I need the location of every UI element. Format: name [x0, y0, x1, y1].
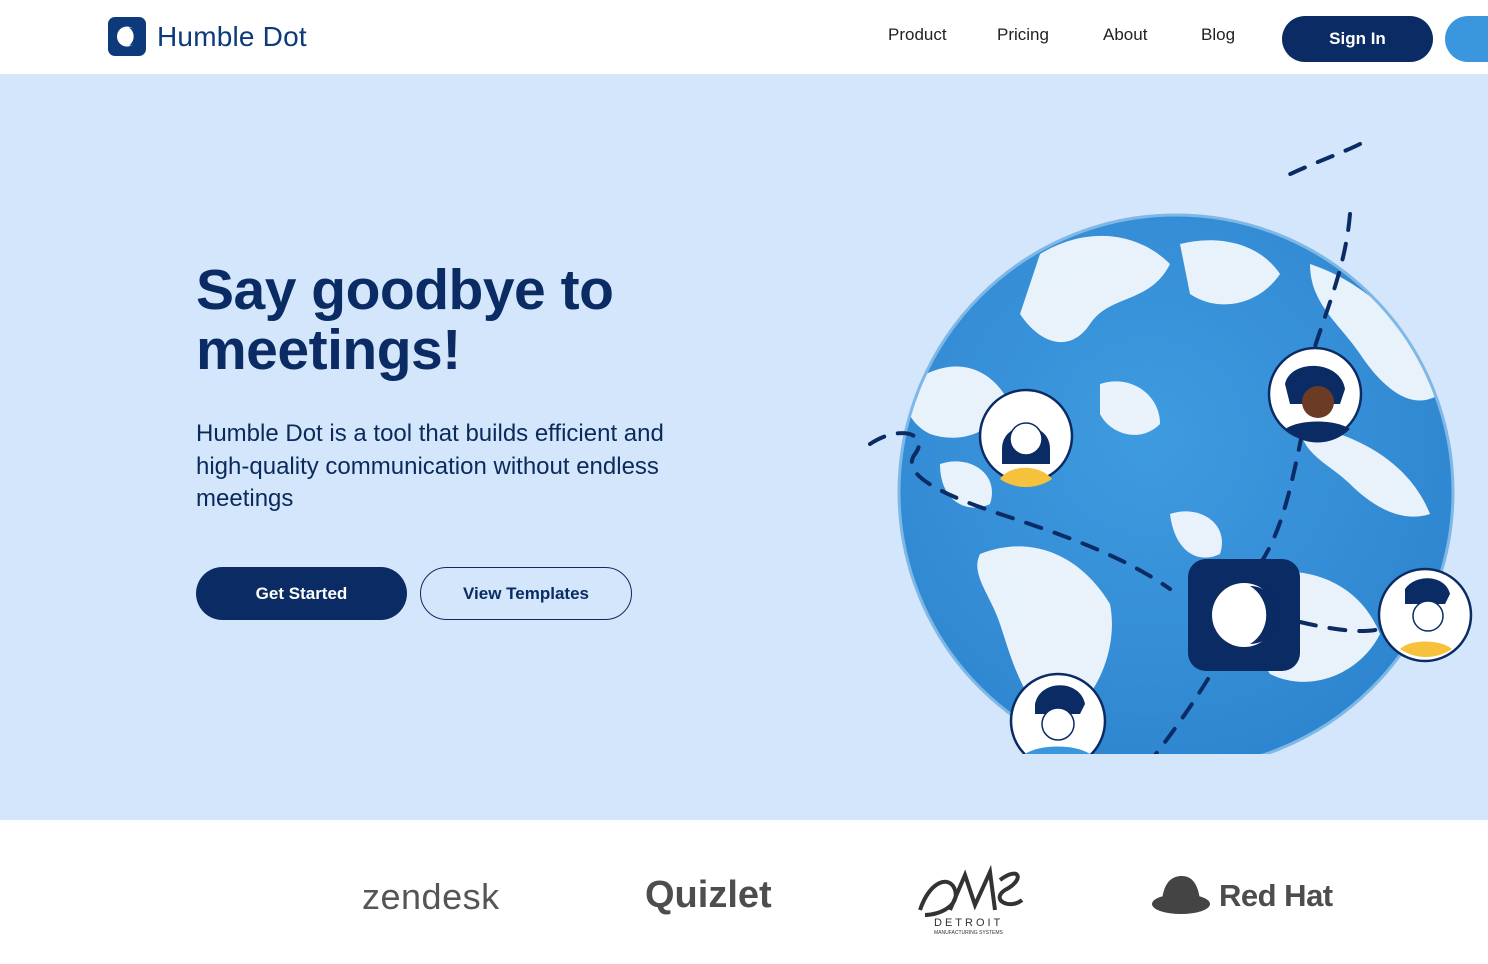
- sign-in-button[interactable]: Sign In: [1282, 16, 1433, 62]
- red-hat-icon: [1152, 876, 1210, 914]
- humble-dot-app-icon: [1188, 559, 1300, 671]
- avatar-dark-woman-icon: [1267, 346, 1363, 443]
- logo-link[interactable]: Humble Dot: [108, 17, 307, 56]
- avatar-man-icon: [1009, 672, 1107, 754]
- quizlet-logo: Quizlet: [645, 874, 772, 916]
- nav-blog[interactable]: Blog: [1201, 25, 1235, 45]
- logo-text: Humble Dot: [157, 20, 307, 52]
- hero-section: Say goodbye to meetings! Humble Dot is a…: [0, 74, 1488, 820]
- nav-product[interactable]: Product: [888, 25, 947, 45]
- view-templates-button[interactable]: View Templates: [420, 567, 632, 620]
- get-started-button[interactable]: Get Started: [196, 567, 407, 620]
- red-hat-logo-text: Red Hat: [1219, 878, 1333, 913]
- site-header: Humble Dot Product Pricing About Blog Si…: [0, 0, 1488, 74]
- customer-logos: zendesk Quizlet DETROIT MANUFACTURING SY…: [0, 820, 1488, 964]
- avatar-glasses-man-icon: [1377, 567, 1473, 663]
- dms-subtitle: DETROIT: [934, 917, 1003, 929]
- zendesk-logo: zendesk: [362, 876, 500, 917]
- hero-headline: Say goodbye to meetings!: [196, 258, 614, 382]
- nav-about[interactable]: About: [1103, 25, 1147, 45]
- nav-pricing[interactable]: Pricing: [997, 25, 1049, 45]
- dms-tagline: MANUFACTURING SYSTEMS: [934, 930, 1004, 936]
- get-started-header-button[interactable]: [1445, 16, 1488, 62]
- globe-icon: [897, 213, 1455, 754]
- hero-subtext: Humble Dot is a tool that builds efficie…: [196, 420, 664, 512]
- dms-logo: DETROIT MANUFACTURING SYSTEMS: [918, 864, 1024, 936]
- humble-dot-logo-icon: [108, 17, 146, 56]
- globe-illustration: [868, 142, 1473, 754]
